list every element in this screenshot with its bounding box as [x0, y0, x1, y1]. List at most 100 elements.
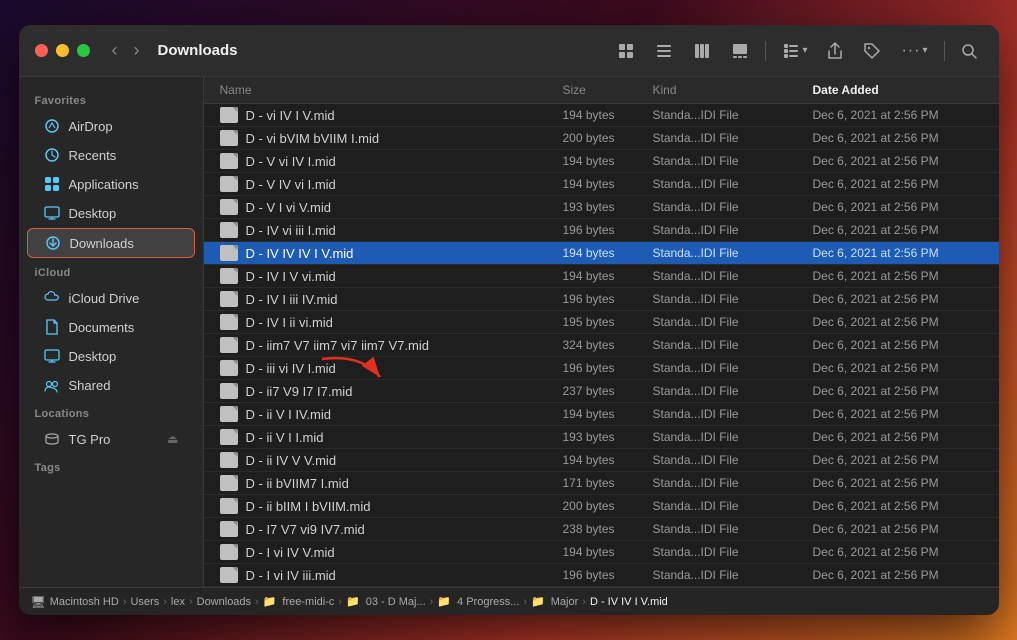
file-kind: Standa...IDI File [653, 338, 813, 352]
eject-button[interactable]: ⏏ [167, 432, 178, 446]
share-button[interactable] [821, 38, 849, 64]
table-row[interactable]: D - IV I iii IV.mid 196 bytes Standa...I… [204, 288, 999, 311]
sidebar-item-applications[interactable]: Applications [27, 170, 195, 198]
file-kind: Standa...IDI File [653, 476, 813, 490]
breadcrumb-03-d-maj[interactable]: 📁 03 - D Maj... [346, 595, 426, 608]
breadcrumb-lex[interactable]: lex [171, 596, 185, 608]
minimize-button[interactable] [56, 44, 69, 57]
back-button[interactable]: ‹ [106, 38, 124, 63]
table-row[interactable]: D - ii7 V9 I7 I7.mid 237 bytes Standa...… [204, 380, 999, 403]
close-button[interactable] [35, 44, 48, 57]
file-icon [220, 107, 238, 123]
recents-icon [43, 146, 61, 164]
table-row[interactable]: D - ii IV V V.mid 194 bytes Standa...IDI… [204, 449, 999, 472]
file-kind: Standa...IDI File [653, 568, 813, 582]
breadcrumb-downloads[interactable]: Downloads [197, 596, 251, 608]
file-name-cell: D - ii bVIIM7 I.mid [220, 475, 563, 491]
view-icon-list[interactable] [649, 38, 679, 64]
traffic-lights [35, 44, 90, 57]
table-row[interactable]: D - vi bVIM bVIIM I.mid 200 bytes Standa… [204, 127, 999, 150]
table-row[interactable]: D - V IV vi I.mid 194 bytes Standa...IDI… [204, 173, 999, 196]
table-row[interactable]: D - I7 V7 vi9 IV7.mid 238 bytes Standa..… [204, 518, 999, 541]
breadcrumb-free-midi[interactable]: 📁 free-midi-c [263, 595, 335, 608]
sidebar-item-recents[interactable]: Recents [27, 141, 195, 169]
file-date: Dec 6, 2021 at 2:56 PM [813, 453, 983, 467]
sidebar-item-shared[interactable]: Shared [27, 371, 195, 399]
sidebar-label-documents: Documents [69, 320, 135, 335]
col-header-size[interactable]: Size [563, 83, 653, 97]
col-header-name[interactable]: Name [220, 83, 563, 97]
sidebar-item-icloud-desktop[interactable]: Desktop [27, 342, 195, 370]
file-name-text: D - V vi IV I.mid [246, 154, 336, 169]
file-icon [220, 130, 238, 146]
file-size: 194 bytes [563, 154, 653, 168]
file-date: Dec 6, 2021 at 2:56 PM [813, 407, 983, 421]
sidebar-item-icloud-drive[interactable]: iCloud Drive [27, 284, 195, 312]
file-date: Dec 6, 2021 at 2:56 PM [813, 154, 983, 168]
file-name-text: D - vi IV I V.mid [246, 108, 335, 123]
sidebar-label-shared: Shared [69, 378, 111, 393]
file-icon [220, 429, 238, 445]
table-row[interactable]: D - I vi IV V.mid 194 bytes Standa...IDI… [204, 541, 999, 564]
table-row[interactable]: D - iii vi IV I.mid 196 bytes Standa...I… [204, 357, 999, 380]
sidebar-item-airdrop[interactable]: AirDrop [27, 112, 195, 140]
file-kind: Standa...IDI File [653, 499, 813, 513]
table-row[interactable]: D - ii V I IV.mid 194 bytes Standa...IDI… [204, 403, 999, 426]
view-icon-gallery[interactable] [725, 38, 755, 64]
table-row[interactable]: D - IV vi iii I.mid 196 bytes Standa...I… [204, 219, 999, 242]
tag-button[interactable] [857, 38, 887, 64]
sidebar-item-documents[interactable]: Documents [27, 313, 195, 341]
file-size: 194 bytes [563, 407, 653, 421]
sidebar-item-tg-pro[interactable]: TG Pro ⏏ [27, 425, 195, 453]
sidebar-item-downloads[interactable]: Downloads [27, 228, 195, 258]
file-name-cell: D - I7 V7 vi9 IV7.mid [220, 521, 563, 537]
col-header-date[interactable]: Date Added [813, 83, 983, 97]
table-row[interactable]: D - ii bVIIM7 I.mid 171 bytes Standa...I… [204, 472, 999, 495]
file-size: 193 bytes [563, 430, 653, 444]
table-row[interactable]: D - IV I V vi.mid 194 bytes Standa...IDI… [204, 265, 999, 288]
breadcrumb-4-progress[interactable]: 📁 4 Progress... [437, 595, 519, 608]
file-size: 237 bytes [563, 384, 653, 398]
forward-button[interactable]: › [128, 38, 146, 63]
sidebar-section-icloud: iCloud [19, 259, 203, 283]
file-kind: Standa...IDI File [653, 407, 813, 421]
sidebar-item-desktop[interactable]: Desktop [27, 199, 195, 227]
file-kind: Standa...IDI File [653, 430, 813, 444]
file-kind: Standa...IDI File [653, 315, 813, 329]
sidebar-section-tags: Tags [19, 454, 203, 478]
view-icon-grid[interactable] [611, 38, 641, 64]
breadcrumb-macintosh-hd[interactable]: 🖥 Macintosh HD [31, 595, 119, 609]
col-header-kind[interactable]: Kind [653, 83, 813, 97]
search-button[interactable] [955, 39, 983, 63]
table-row[interactable]: D - IV I ii vi.mid 195 bytes Standa...ID… [204, 311, 999, 334]
table-row[interactable]: D - iim7 V7 iim7 vi7 iim7 V7.mid 324 byt… [204, 334, 999, 357]
table-row[interactable]: D - ii V I I.mid 193 bytes Standa...IDI … [204, 426, 999, 449]
table-row[interactable]: D - IV IV IV I V.mid 194 bytes Standa...… [204, 242, 999, 265]
file-icon [220, 452, 238, 468]
file-name-text: D - IV I ii vi.mid [246, 315, 333, 330]
file-date: Dec 6, 2021 at 2:56 PM [813, 292, 983, 306]
file-name-cell: D - IV IV IV I V.mid [220, 245, 563, 261]
view-icon-columns[interactable] [687, 38, 717, 64]
file-size: 171 bytes [563, 476, 653, 490]
table-row[interactable]: D - ii bIIM I bVIIM.mid 200 bytes Standa… [204, 495, 999, 518]
table-row[interactable]: D - V I vi V.mid 193 bytes Standa...IDI … [204, 196, 999, 219]
breadcrumb-file[interactable]: D - IV IV I V.mid [590, 596, 668, 608]
breadcrumb-users[interactable]: Users [130, 596, 159, 608]
table-row[interactable]: D - I vi IV iii.mid 196 bytes Standa...I… [204, 564, 999, 587]
file-size: 196 bytes [563, 223, 653, 237]
table-row[interactable]: D - vi IV I V.mid 194 bytes Standa...IDI… [204, 104, 999, 127]
file-icon [220, 337, 238, 353]
file-icon [220, 222, 238, 238]
file-name-cell: D - ii bIIM I bVIIM.mid [220, 498, 563, 514]
breadcrumb-major[interactable]: 📁 Major [531, 595, 578, 608]
file-name-cell: D - V IV vi I.mid [220, 176, 563, 192]
more-button[interactable]: ··· ▾ [895, 38, 933, 64]
file-size: 196 bytes [563, 361, 653, 375]
table-row[interactable]: D - V vi IV I.mid 194 bytes Standa...IDI… [204, 150, 999, 173]
file-kind: Standa...IDI File [653, 384, 813, 398]
group-by-button[interactable]: ▾ [776, 38, 813, 64]
file-name-text: D - ii bIIM I bVIIM.mid [246, 499, 371, 514]
maximize-button[interactable] [77, 44, 90, 57]
file-name-text: D - V IV vi I.mid [246, 177, 336, 192]
